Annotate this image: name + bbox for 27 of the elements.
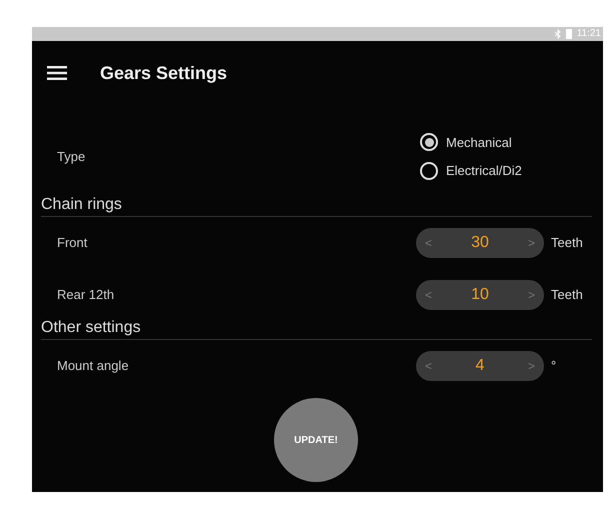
setting-label: Rear 12th xyxy=(56,286,116,304)
decrement-button[interactable]: < xyxy=(425,286,432,304)
update-button[interactable]: UPDATE! xyxy=(274,398,358,482)
toolbar-title: Gears Settings xyxy=(100,62,228,85)
increment-button[interactable]: > xyxy=(528,286,535,304)
increment-button[interactable]: > xyxy=(528,234,535,252)
radio-label: Electrical/Di2 xyxy=(446,162,522,180)
stepper-value: 30 xyxy=(471,233,489,253)
decrement-button[interactable]: < xyxy=(425,234,432,252)
radio-button[interactable] xyxy=(420,162,438,180)
decrement-button[interactable]: < xyxy=(425,357,432,375)
battery-icon xyxy=(566,29,572,39)
bluetooth-icon xyxy=(554,29,561,39)
section-header: Chain rings xyxy=(41,193,592,217)
section-header: Other settings xyxy=(41,316,592,340)
stepper-value: 4 xyxy=(476,356,484,376)
radio-label: Mechanical xyxy=(446,134,512,152)
setting-label: Front xyxy=(56,234,88,252)
stepper-value: 10 xyxy=(471,285,489,305)
increment-button[interactable]: > xyxy=(528,357,535,375)
setting-label: Type xyxy=(56,148,86,166)
unit-label: Teeth xyxy=(551,234,584,252)
unit-label: Teeth xyxy=(551,286,584,304)
radio-button[interactable] xyxy=(420,133,438,152)
menu-icon[interactable] xyxy=(47,66,67,80)
unit-label: ° xyxy=(551,357,558,376)
setting-label: Mount angle xyxy=(56,357,130,376)
